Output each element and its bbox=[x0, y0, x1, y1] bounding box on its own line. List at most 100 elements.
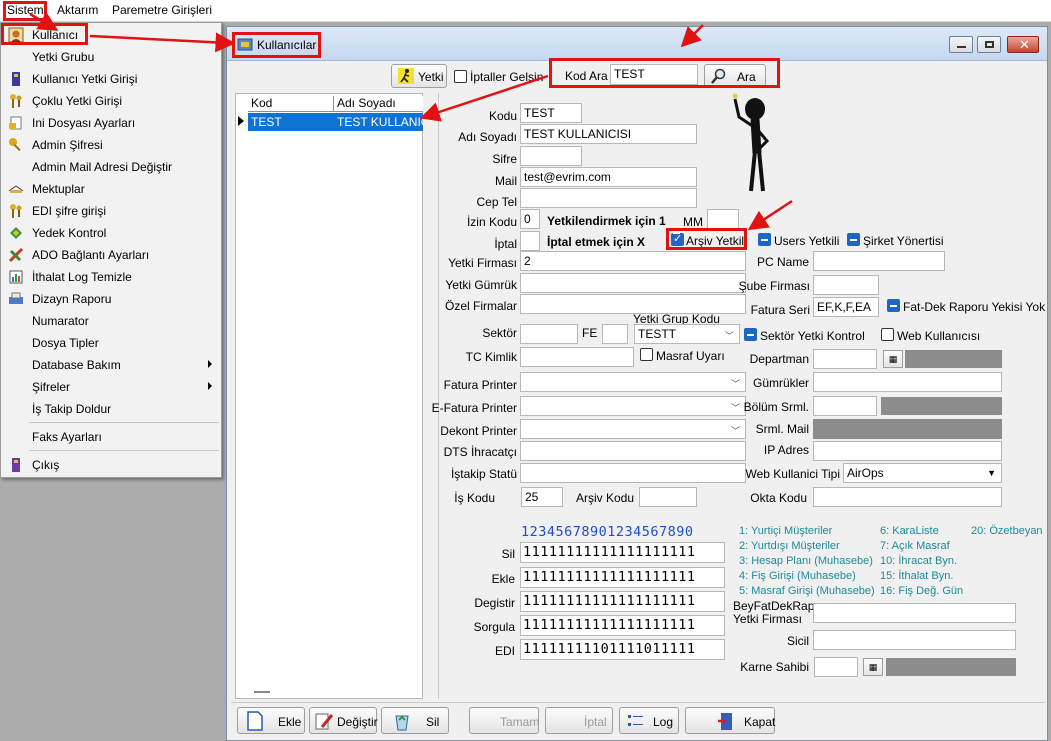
calendar-icon[interactable]: ▦ bbox=[863, 658, 883, 676]
menu-item-edi-sifre[interactable]: EDI şifre girişi bbox=[2, 200, 220, 222]
submenu-arrow-icon bbox=[208, 360, 212, 368]
perm-input-edi[interactable]: 11111111101111011111 bbox=[520, 639, 725, 660]
degistir-button[interactable]: Değiştir bbox=[309, 707, 378, 734]
menu-item-dosya-tipler[interactable]: Dosya Tipler bbox=[2, 332, 220, 354]
perm-input-sil[interactable]: 11111111111111111111 bbox=[520, 542, 725, 563]
fat-dek-checkbox[interactable] bbox=[887, 299, 900, 312]
key-icon bbox=[9, 138, 21, 152]
perm-input-degistir[interactable]: 11111111111111111111 bbox=[520, 591, 725, 612]
bolum-srml-input[interactable] bbox=[813, 396, 877, 416]
is-kodu-label: İş Kodu bbox=[454, 491, 495, 505]
fatura-printer-select[interactable]: ﹀ bbox=[520, 372, 746, 392]
is-kodu-input[interactable]: 25 bbox=[521, 487, 563, 507]
sirket-yonetimi-checkbox[interactable] bbox=[847, 233, 860, 246]
departman-input[interactable] bbox=[813, 349, 877, 369]
ip-adres-input[interactable] bbox=[813, 441, 1002, 461]
okta-kodu-input[interactable] bbox=[813, 487, 1002, 507]
ozel-firmalar-input[interactable] bbox=[520, 294, 746, 314]
grid-splitter[interactable] bbox=[423, 93, 439, 699]
cep-tel-input[interactable] bbox=[520, 188, 697, 208]
grid-header-kod[interactable]: Kod bbox=[248, 96, 334, 112]
yetki-button[interactable]: Yetki bbox=[391, 64, 447, 88]
adi-soyadi-input[interactable]: TEST KULLANICISI bbox=[520, 124, 697, 144]
menu-item-ithalat-log[interactable]: İthalat Log Temizle bbox=[2, 266, 220, 288]
istakip-statu-input[interactable] bbox=[520, 463, 746, 483]
menu-item-ado-baglanti[interactable]: ADO Bağlantı Ayarları bbox=[2, 244, 220, 266]
maximize-button[interactable] bbox=[977, 36, 1001, 53]
arsiv-kodu-input[interactable] bbox=[639, 487, 697, 507]
menu-item-admin-sifresi[interactable]: Admin Şifresi bbox=[2, 134, 220, 156]
perm-input-ekle[interactable]: 11111111111111111111 bbox=[520, 567, 725, 588]
menu-aktarim[interactable]: Aktarım bbox=[57, 3, 98, 17]
karne-sahibi-name-field bbox=[886, 658, 1016, 676]
izin-kodu-input[interactable]: 0 bbox=[520, 209, 540, 229]
dekont-printer-select[interactable]: ﹀ bbox=[520, 419, 746, 439]
mm-input[interactable] bbox=[707, 209, 739, 229]
menu-item-kullanici-yetki-girisi[interactable]: Kullanıcı Yetki Girişi bbox=[2, 68, 220, 90]
kapat-button[interactable]: Kapat bbox=[685, 707, 775, 734]
beyfat-input[interactable] bbox=[813, 603, 1016, 623]
close-icon: ✕ bbox=[1019, 37, 1030, 52]
yetki-gumruk-input[interactable] bbox=[520, 273, 746, 293]
menu-item-numarator[interactable]: Numarator bbox=[2, 310, 220, 332]
menu-item-admin-mail[interactable]: Admin Mail Adresi Değiştir bbox=[2, 156, 220, 178]
legend-item: 6: KaraListe bbox=[880, 525, 939, 537]
legend-item: 7: Açık Masraf bbox=[880, 540, 950, 552]
sicil-input[interactable] bbox=[813, 630, 1016, 650]
mail-input[interactable]: test@evrim.com bbox=[520, 167, 697, 187]
recycle-bin-icon bbox=[395, 715, 409, 731]
users-yetkili-checkbox[interactable] bbox=[758, 233, 771, 246]
sektor-yetki-kontrol-checkbox[interactable] bbox=[744, 328, 757, 341]
table-row[interactable]: TEST TEST KULLANICI bbox=[248, 113, 433, 131]
menu-item-database-bakim[interactable]: Database Bakım bbox=[2, 354, 220, 376]
sil-button[interactable]: Sil bbox=[381, 707, 449, 734]
sube-firmasi-input[interactable] bbox=[813, 275, 879, 295]
web-kullanici-tipi-select[interactable]: AirOps ▼ bbox=[843, 463, 1002, 483]
close-button[interactable]: ✕ bbox=[1007, 36, 1039, 53]
perm-input-sorgula[interactable]: 11111111111111111111 bbox=[520, 615, 725, 636]
menu-item-dizayn-raporu[interactable]: Dizayn Raporu bbox=[2, 288, 220, 310]
menu-parametre-girisleri[interactable]: Paremetre Girişleri bbox=[112, 3, 212, 17]
fe-input[interactable] bbox=[602, 324, 628, 344]
minimize-button[interactable] bbox=[949, 36, 973, 53]
okta-kodu-label: Okta Kodu bbox=[750, 491, 807, 505]
ekle-button[interactable]: Ekle bbox=[237, 707, 305, 734]
kodu-input[interactable]: TEST bbox=[520, 103, 582, 123]
menu-item-ini-dosyasi[interactable]: Ini Dosyası Ayarları bbox=[2, 112, 220, 134]
masraf-uyari-checkbox[interactable] bbox=[640, 348, 653, 361]
menu-item-yetki-grubu[interactable]: Yetki Grubu bbox=[2, 46, 220, 68]
karne-sahibi-label: Karne Sahibi bbox=[740, 660, 809, 674]
yetki-grup-kodu-select[interactable]: TESTT ﹀ bbox=[634, 324, 740, 344]
efatura-printer-select[interactable]: ﹀ bbox=[520, 396, 746, 416]
iptal-input[interactable] bbox=[520, 231, 540, 251]
yetki-firmasi-input[interactable]: 2 bbox=[520, 251, 746, 271]
menu-item-is-takip-doldur[interactable]: İş Takip Doldur bbox=[2, 398, 220, 420]
web-kullanicisi-checkbox[interactable] bbox=[881, 328, 894, 341]
menu-item-cikis[interactable]: Çıkış bbox=[2, 454, 220, 476]
grid-scroll-handle[interactable] bbox=[254, 691, 270, 693]
menu-item-sifreler[interactable]: Şifreler bbox=[2, 376, 220, 398]
iptaller-gelsin-checkbox[interactable] bbox=[454, 70, 467, 83]
bolum-srml-name-field bbox=[881, 397, 1002, 415]
perm-label-ekle: Ekle bbox=[491, 572, 515, 586]
menu-item-yedek-kontrol[interactable]: Yedek Kontrol bbox=[2, 222, 220, 244]
dts-ihracatci-input[interactable] bbox=[520, 441, 746, 461]
pc-name-input[interactable] bbox=[813, 251, 945, 271]
menu-item-faks-ayarlari[interactable]: Faks Ayarları bbox=[2, 426, 220, 448]
sifre-input[interactable] bbox=[520, 146, 582, 166]
tamam-button[interactable]: Tamam bbox=[469, 707, 539, 734]
mm-label: MM bbox=[683, 215, 703, 229]
yetki-firmasi-label: Yetki Firması bbox=[448, 256, 517, 270]
sektor-input[interactable] bbox=[520, 324, 578, 344]
iptal-button[interactable]: İptal bbox=[545, 707, 613, 734]
bolum-srml-label: Bölüm Srml. bbox=[743, 400, 809, 414]
fatura-seri-input[interactable]: EF,K,F,EA bbox=[813, 297, 879, 317]
gumrukler-input[interactable] bbox=[813, 372, 1002, 392]
grid-header-adi-soyadi[interactable]: Adı Soyadı bbox=[334, 96, 424, 112]
log-button[interactable]: Log bbox=[619, 707, 679, 734]
karne-sahibi-input[interactable] bbox=[814, 657, 858, 677]
calendar-icon[interactable]: ▦ bbox=[883, 350, 903, 368]
menu-item-coklu-yetki-girisi[interactable]: Çoklu Yetki Girişi bbox=[2, 90, 220, 112]
menu-item-mektuplar[interactable]: Mektuplar bbox=[2, 178, 220, 200]
tc-kimlik-input[interactable] bbox=[520, 347, 634, 367]
